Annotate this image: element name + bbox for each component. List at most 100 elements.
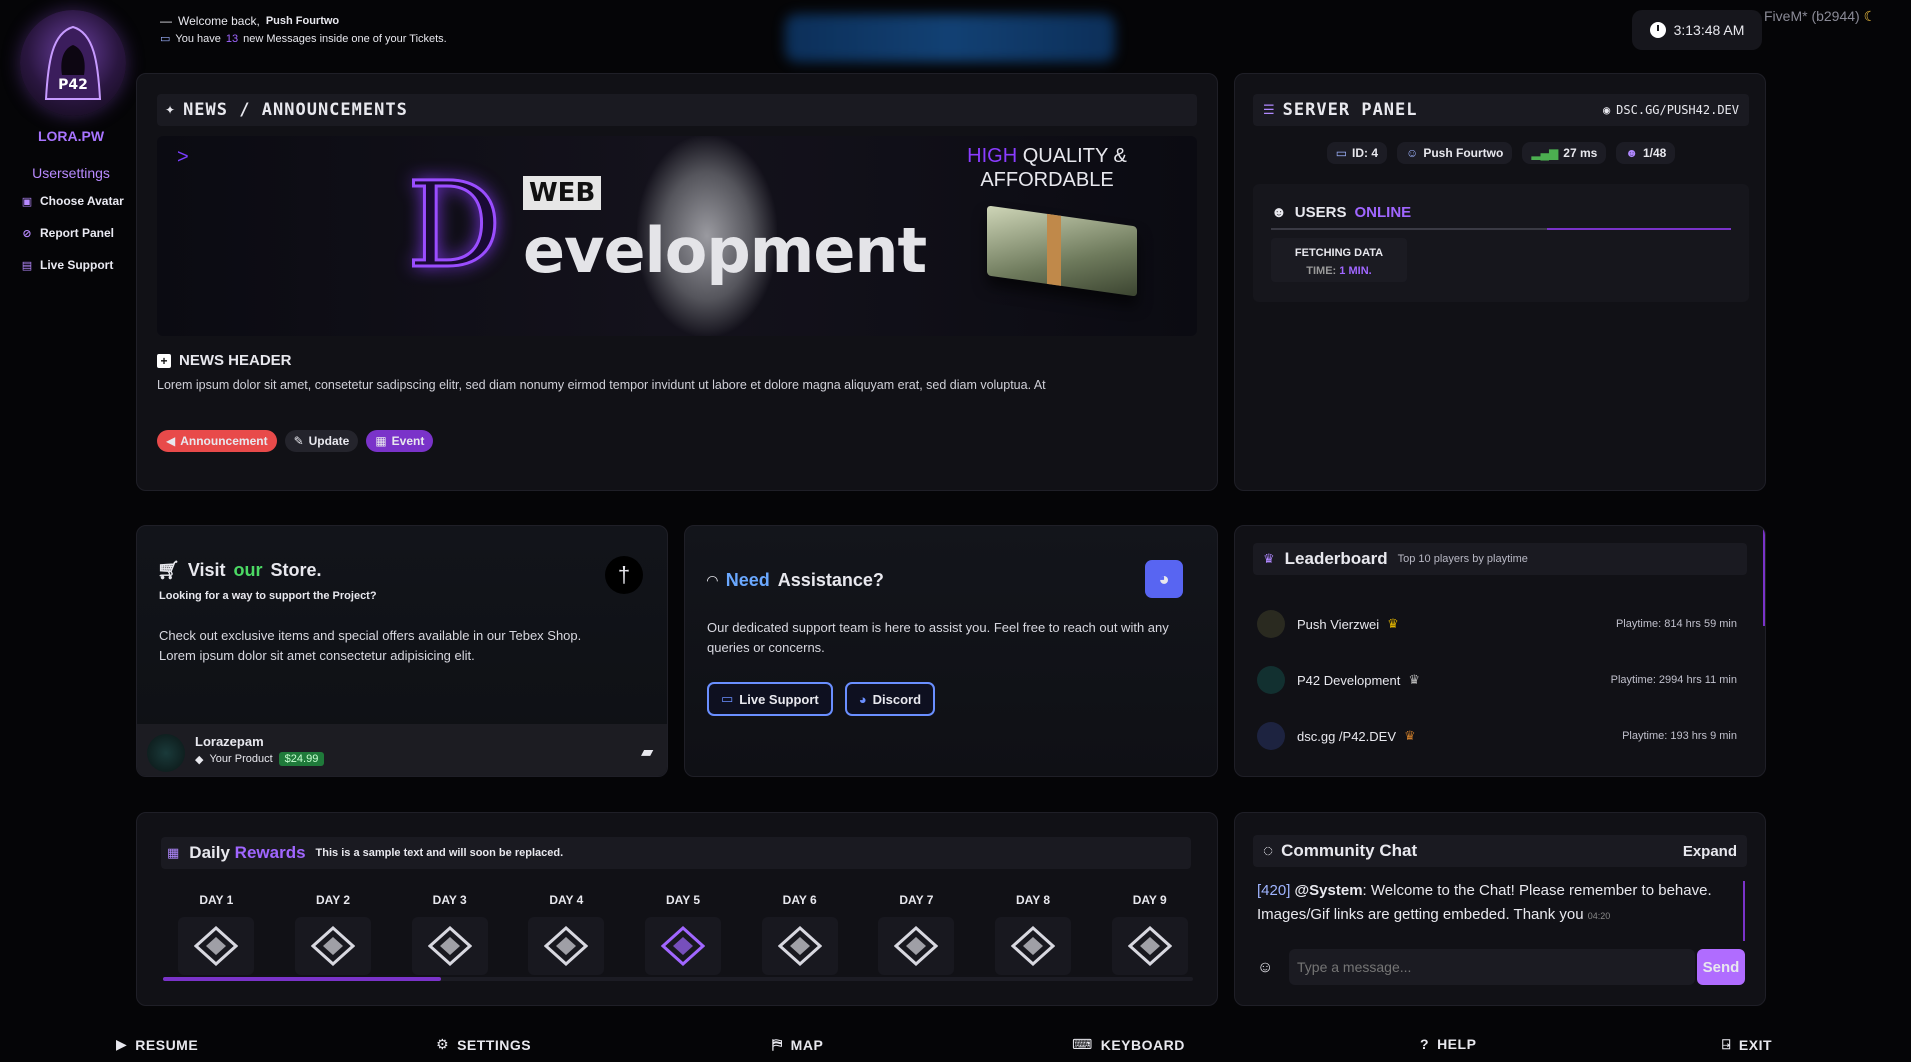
live-support-button[interactable]: ▭ Live Support (707, 682, 833, 716)
player-avatar (1257, 722, 1285, 750)
hooded-figure-icon: P42 (44, 25, 102, 100)
chat-input[interactable] (1289, 949, 1695, 985)
tag-update[interactable]: ✎ Update (284, 430, 359, 452)
keyboard-icon: ⌨ (1072, 1036, 1093, 1052)
reward-day[interactable]: DAY 7 (873, 893, 960, 975)
server-ping: ▂▄▆ 27 ms (1522, 142, 1607, 164)
server-user: ☺ Push Fourtwo (1397, 142, 1513, 164)
banner-d: D (406, 156, 504, 294)
reward-day-label: DAY 8 (1016, 893, 1051, 907)
trophy-icon: ♛ (1263, 551, 1275, 566)
expand-button[interactable]: Expand (1683, 843, 1737, 860)
store-panel: 🛒︎ Visit our Store. † Looking for a way to… (136, 525, 668, 777)
play-icon: ▶ (116, 1036, 128, 1052)
sidebar-item-label: Live Support (40, 258, 114, 272)
reward-day-label: DAY 3 (432, 893, 467, 907)
product-row[interactable]: Lorazepam ◆ Your Product $24.99 ▰ (137, 724, 667, 776)
diamond-icon (995, 917, 1072, 975)
avatar[interactable]: P42 (20, 10, 126, 116)
sidebar-item-report-panel[interactable]: ⊘ Report Panel (20, 226, 114, 240)
rewards-progress (163, 977, 1193, 981)
clock: 3:13:48 AM (1632, 10, 1762, 50)
diamond-icon (411, 917, 488, 975)
headset-icon: ◠ (707, 572, 718, 588)
support-panel: ◠ Need Assistance? ◕ Our dedicated suppor… (684, 525, 1218, 777)
news-title: NEWS / ANNOUNCEMENTS (183, 100, 408, 120)
player-avatar (1257, 610, 1285, 638)
product-user: Lorazepam (195, 734, 264, 749)
discord-icon: ◉ (1602, 103, 1611, 117)
days-row: DAY 1 DAY 2 DAY 3 DAY 4 DAY 5 DAY 6 DAY 7 DAY 8… (173, 893, 1193, 975)
chat-message: [420] @System: Welcome to the Chat! Plea… (1257, 882, 1712, 923)
news-header-bar: ✦ NEWS / ANNOUNCEMENTS (157, 94, 1197, 126)
discord-icon[interactable]: ◕ (1145, 560, 1183, 598)
support-icon: ▤ (21, 259, 33, 272)
banner-web: WEB (523, 176, 602, 210)
settings-button[interactable]: ⚙ SETTINGS (436, 1036, 531, 1053)
news-body: Lorem ipsum dolor sit amet, consetetur s… (157, 378, 1046, 392)
reward-day-label: DAY 1 (199, 893, 234, 907)
users-online-box: ☻ USERS ONLINE FETCHING DATA TIME: 1 MIN. (1253, 184, 1749, 302)
diamond-icon (528, 917, 605, 975)
leaderboard-panel: ♛ Leaderboard Top 10 players by playtime… (1234, 525, 1766, 777)
scrollbar[interactable] (1763, 526, 1765, 626)
sidebar-item-live-support[interactable]: ▤ Live Support (20, 258, 114, 272)
list-item[interactable]: P42 Development ♛ Playtime: 2994 hrs 11 … (1257, 652, 1737, 708)
reward-day[interactable]: DAY 6 (756, 893, 843, 975)
diamond-icon (1111, 917, 1188, 975)
reward-day[interactable]: DAY 2 (290, 893, 377, 975)
store-body: Check out exclusive items and special of… (159, 628, 582, 663)
resume-button[interactable]: ▶ RESUME (116, 1036, 198, 1053)
leaderboard-list: Push Vierzwei ♛ Playtime: 814 hrs 59 min… (1257, 596, 1737, 764)
map-icon: ⛿ (772, 1036, 783, 1052)
server-discord-link[interactable]: ◉ DSC.GG/PUSH42.DEV (1603, 103, 1739, 117)
product-info: ◆ Your Product $24.99 (195, 752, 325, 766)
tag-event[interactable]: ▦ Event (366, 430, 434, 452)
support-body: Our dedicated support team is here to as… (707, 620, 1169, 655)
diamond-icon (295, 917, 371, 975)
help-button[interactable]: ? HELP (1420, 1036, 1476, 1052)
discord-button[interactable]: ◕ Discord (844, 682, 936, 716)
ban-icon: ⊘ (22, 227, 32, 240)
chat-scrollbar[interactable] (1743, 881, 1745, 941)
store-subtitle: Looking for a way to support the Project… (159, 590, 377, 602)
server-title: SERVER PANEL (1282, 100, 1418, 120)
reward-day[interactable]: DAY 4 (523, 893, 610, 975)
rewards-progress-fill (163, 977, 442, 981)
tag-announcement[interactable]: ◀ Announcement (157, 430, 277, 452)
username: Push Fourtwo (265, 15, 340, 27)
pin-icon: ✦ (165, 103, 176, 117)
reward-day[interactable]: DAY 5 (640, 893, 727, 975)
tag-icon: ◆ (195, 753, 204, 766)
reward-day[interactable]: DAY 9 (1106, 893, 1193, 975)
chat-header-bar: ◌ Community Chat Expand (1253, 835, 1747, 867)
banner-tagline: HIGH QUALITY & AFFORDABLE (967, 145, 1127, 191)
banner-word: evelopment (523, 214, 927, 287)
sidebar-item-choose-avatar[interactable]: ▣ Choose Avatar (20, 194, 124, 208)
exit-button[interactable]: ⍈ EXIT (1722, 1036, 1772, 1053)
emoji-button[interactable]: ☺ (1257, 959, 1273, 977)
store-logo-icon[interactable]: † (605, 556, 643, 594)
shopping-bag-icon[interactable]: ▰ (641, 742, 653, 762)
user-icon: ☺ (1406, 146, 1419, 160)
keyboard-button[interactable]: ⌨ KEYBOARD (1072, 1036, 1185, 1053)
server-icon: ☰ (1263, 102, 1275, 117)
reward-day[interactable]: DAY 8 (990, 893, 1077, 975)
rewards-header-bar: ▦ Daily Rewards This is a sample text an… (161, 837, 1191, 869)
support-buttons: ▭ Live Support ◕ Discord (707, 682, 936, 716)
list-item[interactable]: dsc.gg /P42.DEV ♛ Playtime: 193 hrs 9 mi… (1257, 708, 1737, 764)
news-tags: ◀ Announcement ✎ Update ▦ Event (157, 430, 434, 452)
fetching-data: FETCHING DATA TIME: 1 MIN. (1271, 238, 1407, 282)
usersettings-heading: Usersettings (32, 165, 110, 181)
sidebar-item-label: Choose Avatar (40, 194, 124, 208)
send-button[interactable]: Send (1697, 949, 1745, 985)
svg-text:P42: P42 (58, 77, 88, 93)
reward-day[interactable]: DAY 1 (173, 893, 260, 975)
reward-day-label: DAY 9 (1132, 893, 1167, 907)
map-button[interactable]: ⛿ MAP (772, 1036, 823, 1053)
reward-day[interactable]: DAY 3 (406, 893, 493, 975)
id-card-icon: ▭ (1335, 146, 1348, 160)
diamond-icon (761, 917, 838, 975)
plus-square-icon: + (157, 353, 171, 368)
list-item[interactable]: Push Vierzwei ♛ Playtime: 814 hrs 59 min (1257, 596, 1737, 652)
